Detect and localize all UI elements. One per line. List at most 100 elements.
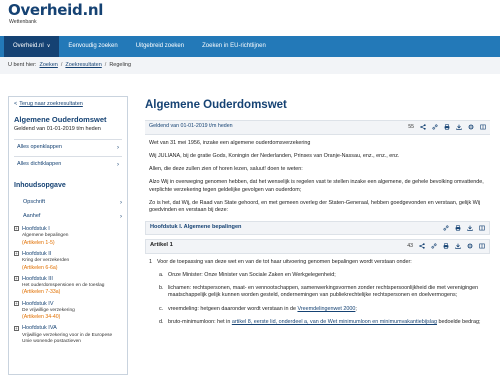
plus-box-icon[interactable]: + bbox=[14, 251, 19, 257]
download-icon[interactable] bbox=[456, 124, 462, 130]
definition-item: b. lichamen: rechtspersonen, maat- en ve… bbox=[149, 285, 486, 300]
toc-chapter-articles: (Artikelen 34-40) bbox=[22, 314, 61, 321]
settings-icon[interactable] bbox=[468, 124, 474, 130]
overheid-logo[interactable]: Overheid.nl bbox=[8, 3, 500, 18]
print-icon[interactable] bbox=[455, 224, 461, 231]
print-icon[interactable] bbox=[444, 124, 450, 130]
compare-icon[interactable] bbox=[480, 124, 486, 130]
toc-chapter-articles: (Artikelen 6-6a) bbox=[22, 264, 58, 271]
breadcrumb-separator: / bbox=[104, 61, 107, 68]
preamble-paragraph: Wet van 31 mei 1956, inzake een algemene… bbox=[149, 139, 311, 146]
print-icon[interactable] bbox=[443, 243, 449, 249]
chevron-right-icon: › bbox=[120, 213, 122, 220]
toc-chapter-label: Hoofdstuk II bbox=[22, 250, 52, 257]
definition-item: a. Onze Minister: Onze Minister van Soci… bbox=[149, 272, 486, 279]
definition-text-pre: bruto-minimumloon: het in bbox=[168, 319, 232, 326]
share-count: 55 bbox=[408, 123, 414, 130]
share-icon[interactable] bbox=[420, 124, 426, 130]
settings-icon[interactable] bbox=[467, 243, 473, 249]
article-share-count: 43 bbox=[407, 242, 413, 249]
content-area: < Terug naar zoekresultaten Algemene Oude… bbox=[0, 96, 500, 375]
preamble-paragraph: Allen, die deze zullen zien of horen lez… bbox=[149, 166, 303, 173]
download-icon[interactable] bbox=[467, 225, 473, 231]
preamble-paragraph: Alzo Wij in overweging genomen hebben, d… bbox=[149, 179, 484, 193]
version-bar[interactable]: Geldend van 01-01-2019 t/m heden 55 bbox=[145, 119, 490, 135]
preamble-paragraph: Wij JULIANA, bij de gratie Gods, Koningi… bbox=[149, 152, 400, 159]
compare-icon[interactable] bbox=[479, 225, 485, 231]
plus-box-icon[interactable]: + bbox=[14, 325, 19, 331]
download-icon[interactable] bbox=[455, 243, 461, 249]
article-title: Artikel 1 bbox=[150, 242, 173, 249]
plus-box-icon[interactable]: + bbox=[14, 226, 19, 232]
toc-chapter-label: Hoofdstuk IVA bbox=[22, 325, 57, 332]
compare-icon[interactable] bbox=[479, 243, 485, 249]
toc-chapter-3[interactable]: + Hoofdstuk III Het ouderdomspensioen en … bbox=[14, 274, 122, 299]
preamble: Wet van 31 mei 1956, inzake een algemene… bbox=[145, 135, 490, 215]
nav-overheid[interactable]: Overheid.nl ∨ bbox=[4, 36, 60, 57]
toc-chapter-4a[interactable]: + Hoofdstuk IVA Vrijwillige verzekering v… bbox=[14, 323, 122, 347]
nav-uitgebreid-zoeken[interactable]: Uitgebreid zoeken bbox=[127, 36, 193, 57]
link-icon[interactable] bbox=[432, 124, 438, 130]
preamble-paragraph: Zo is het, dat Wij, de Raad van State ge… bbox=[149, 200, 481, 214]
breadcrumb-prefix: U bent hier: bbox=[8, 61, 37, 68]
toc-aanhef-label: Aanhef bbox=[23, 212, 41, 219]
breadcrumb-zoeken[interactable]: Zoeken bbox=[40, 62, 58, 69]
toc-aanhef[interactable]: Aanhef › bbox=[14, 210, 122, 224]
breadcrumb-separator: / bbox=[60, 61, 63, 68]
link-icon[interactable] bbox=[431, 243, 437, 249]
logo-main: Overheid bbox=[8, 1, 83, 19]
definition-letter: d. bbox=[159, 319, 164, 326]
toc-opschrift-label: Opschrift bbox=[23, 198, 46, 205]
toc-chapter-label: Hoofdstuk III bbox=[22, 275, 53, 282]
nav-eenvoudig-zoeken[interactable]: Eenvoudig zoeken bbox=[59, 36, 126, 57]
plus-box-icon[interactable]: + bbox=[14, 276, 19, 282]
main-content: Algemene Ouderdomswet Geldend van 01-01-… bbox=[145, 96, 500, 375]
nav-overheid-label: Overheid.nl bbox=[13, 43, 44, 50]
chapter-title: Hoofdstuk I. Algemene bepalingen bbox=[150, 223, 242, 230]
article-body: 1 Voor de toepassing van deze wet en van … bbox=[145, 254, 490, 338]
back-to-results-link[interactable]: < Terug naar zoekresultaten bbox=[14, 101, 122, 108]
chevron-right-icon: › bbox=[117, 162, 119, 169]
breadcrumb-zoekresultaten[interactable]: Zoekresultaten bbox=[65, 62, 101, 69]
page-title: Algemene Ouderdomswet bbox=[145, 99, 287, 111]
definition-text: lichamen: rechtspersonen, maat- en venno… bbox=[168, 285, 479, 299]
article-lead: 1 Voor de toepassing van deze wet en van … bbox=[149, 258, 486, 266]
chevron-down-icon: ∨ bbox=[46, 43, 51, 50]
collapse-all-button[interactable]: Alles dichtklappen › bbox=[14, 156, 122, 173]
plus-box-icon[interactable]: + bbox=[14, 301, 19, 306]
chevron-left-icon: < bbox=[14, 101, 18, 107]
definition-text: Onze Minister: Onze Minister van Sociale… bbox=[168, 271, 336, 278]
definition-item: d. bruto-minimumloon: het in artikel 8, … bbox=[149, 319, 486, 326]
logo-subtitle: Wettenbank bbox=[9, 19, 37, 25]
definition-text: vreemdeling: hetgeen daaronder wordt ver… bbox=[168, 306, 357, 313]
article-header: Artikel 1 43 bbox=[145, 238, 490, 254]
article-lead-text: Voor de toepassing van deze wet en van d… bbox=[157, 258, 412, 265]
back-link-label: Terug naar zoekresultaten bbox=[19, 101, 83, 107]
minimumloon-link[interactable]: artikel 8, eerste lid, onderdeel a, van … bbox=[232, 319, 437, 325]
chapter-toolbar bbox=[443, 224, 485, 231]
toc-chapter-articles: (Artikelen 7-33a) bbox=[22, 289, 61, 296]
nav-eu-richtlijnen[interactable]: Zoeken in EU-richtlijnen bbox=[193, 36, 275, 57]
link-icon[interactable] bbox=[443, 225, 449, 231]
toc-chapter-1[interactable]: + Hoofdstuk I Algemene bepalingen (Artike… bbox=[14, 224, 122, 249]
toc-chapter-4[interactable]: + Hoofdstuk IV De vrijwillige verzekering… bbox=[14, 299, 122, 324]
site-header: Overheid.nl Wettenbank bbox=[0, 0, 500, 36]
document-toolbar: 55 bbox=[408, 124, 486, 131]
definition-item: c. vreemdeling: hetgeen daaronder wordt … bbox=[149, 306, 486, 313]
toc-heading: Inhoudsopgave bbox=[14, 182, 66, 190]
expand-all-button[interactable]: Alles openklappen › bbox=[14, 138, 122, 156]
version-valid-date[interactable]: Geldend van 01-01-2019 t/m heden bbox=[149, 123, 233, 130]
vreemdelingenwet-link[interactable]: Vreemdelingenwet 2000 bbox=[297, 306, 355, 312]
breadcrumb-current: Regeling bbox=[109, 61, 132, 68]
definition-text-post: ; bbox=[355, 305, 357, 312]
definition-text-post: bedoelde bedrag; bbox=[436, 319, 481, 326]
toc-opschrift[interactable]: Opschrift › bbox=[14, 196, 122, 210]
main-nav: Overheid.nl ∨ Eenvoudig zoeken Uitgebrei… bbox=[0, 36, 500, 57]
definition-letter: b. bbox=[159, 285, 164, 292]
definition-text: bruto-minimumloon: het in artikel 8, eer… bbox=[168, 319, 480, 326]
collapse-all-label: Alles dichtklappen bbox=[17, 161, 62, 168]
toc-chapter-label: Hoofdstuk IV bbox=[22, 300, 54, 307]
toc-chapter-2[interactable]: + Hoofdstuk II Kring der verzekerden (Art… bbox=[14, 249, 122, 274]
toc-chapter-desc: Vrijwillige verzekering voor in de Europ… bbox=[22, 332, 113, 345]
share-icon[interactable] bbox=[419, 243, 425, 249]
